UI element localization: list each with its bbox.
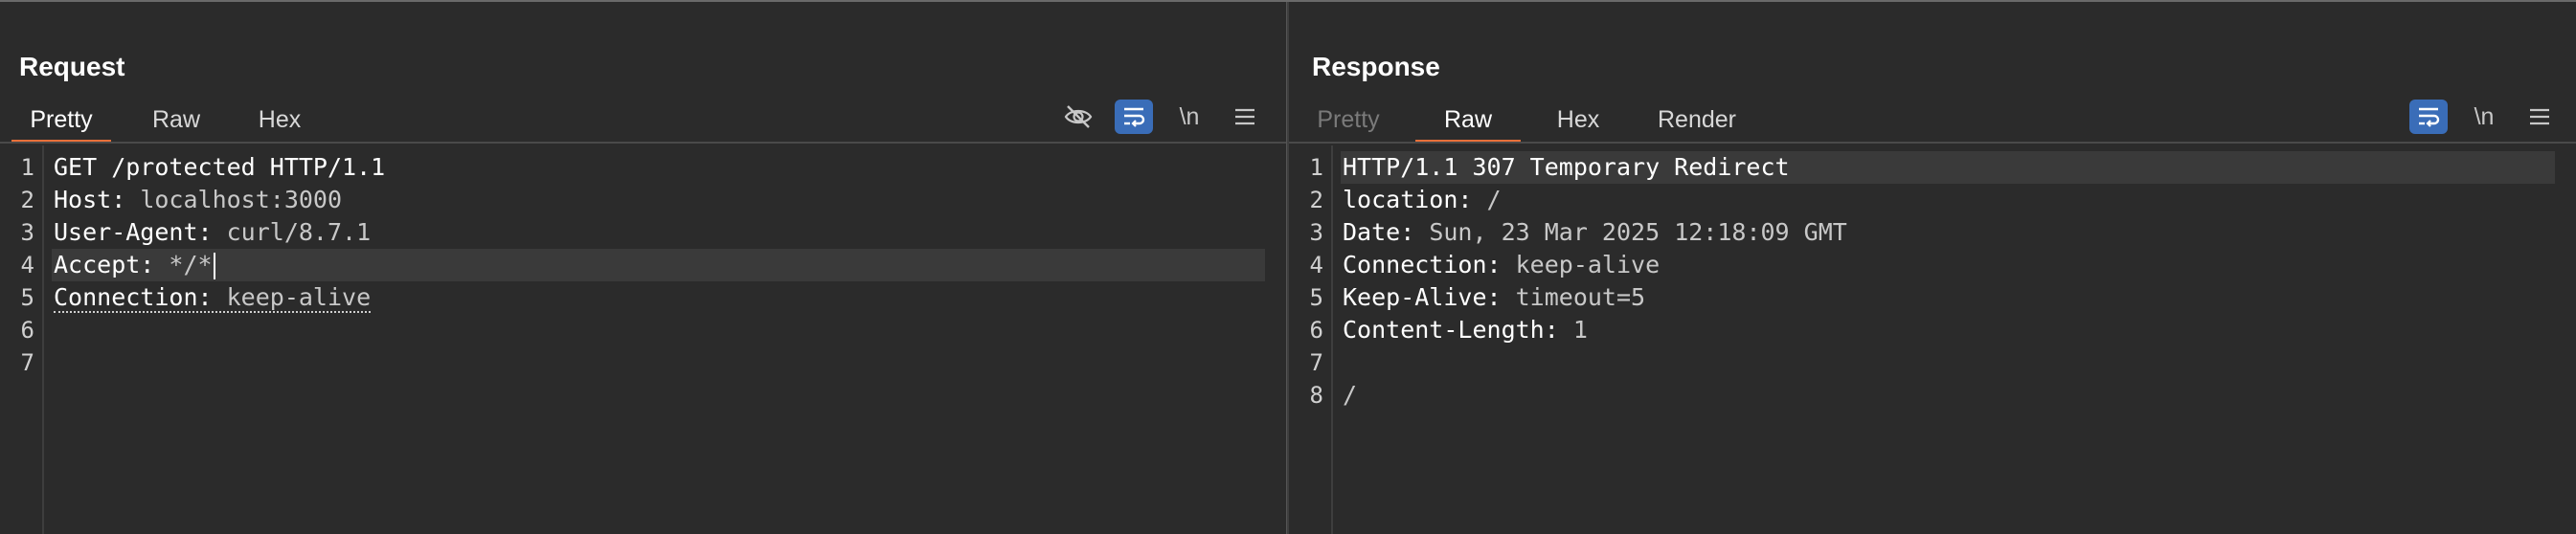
line-number: 5 — [1309, 284, 1323, 311]
response-title: Response — [1312, 52, 1440, 81]
header-value: */* — [154, 251, 213, 278]
header-name: location: — [1343, 186, 1473, 213]
line-number: 8 — [1309, 382, 1323, 409]
code-line: / — [1343, 379, 1357, 412]
line-number: 5 — [20, 284, 34, 311]
eye-slash-icon — [1064, 105, 1093, 128]
request-tab-pretty[interactable]: Pretty — [11, 101, 111, 144]
line-number: 2 — [1309, 187, 1323, 213]
response-tab-render[interactable]: Render — [1638, 101, 1756, 142]
header-name: Accept: — [54, 251, 155, 278]
code-line: GET /protected HTTP/1.1 — [54, 151, 385, 184]
header-value: 1 — [1558, 316, 1588, 344]
hide-nonprintable-button[interactable] — [1059, 100, 1097, 134]
request-title: Request — [19, 52, 125, 81]
response-tab-hex[interactable]: Hex — [1540, 101, 1616, 142]
status-line: HTTP/1.1 307 Temporary Redirect — [1343, 153, 1790, 181]
line-number: 4 — [1309, 252, 1323, 278]
line-number: 6 — [20, 317, 34, 344]
request-line-gutter: 1 2 3 4 5 6 7 — [0, 145, 44, 534]
show-newlines-button[interactable]: \n — [2465, 100, 2503, 134]
line-number: 3 — [20, 219, 34, 246]
wrap-lines-toggle[interactable] — [1115, 100, 1153, 134]
code-line: Host: localhost:3000 — [54, 184, 342, 216]
request-pane: Request Pretty Raw Hex \n 1 2 3 4 5 6 7 … — [0, 2, 1286, 534]
response-tab-pretty[interactable]: Pretty — [1299, 101, 1398, 142]
wrap-lines-icon — [1124, 107, 1145, 127]
header-value: curl/8.7.1 — [212, 218, 372, 246]
response-pane: Response Pretty Raw Hex Render \n 1 2 3 … — [1289, 2, 2576, 534]
line-number: 6 — [1309, 317, 1323, 344]
show-newlines-button[interactable]: \n — [1170, 100, 1209, 134]
header-name: User-Agent: — [54, 218, 213, 246]
menu-icon — [2530, 108, 2549, 125]
header-name: Content-Length: — [1343, 316, 1559, 344]
code-line: Connection: keep-alive — [54, 281, 372, 314]
response-menu-button[interactable] — [2520, 100, 2559, 134]
code-line: Content-Length: 1 — [1343, 314, 1588, 346]
response-editor[interactable]: 1 2 3 4 5 6 7 8 HTTP/1.1 307 Temporary R… — [1289, 145, 2576, 534]
line-number: 4 — [20, 252, 34, 278]
header-name: Date: — [1343, 218, 1415, 246]
code-line: Connection: keep-alive — [1343, 249, 1660, 281]
wrap-lines-toggle[interactable] — [2409, 100, 2448, 134]
code-line: User-Agent: curl/8.7.1 — [54, 216, 371, 249]
menu-icon — [1235, 108, 1254, 125]
header-value: keep-alive — [212, 283, 372, 311]
code-line: Date: Sun, 23 Mar 2025 12:18:09 GMT — [1343, 216, 1847, 249]
request-tab-hex[interactable]: Hex — [239, 101, 320, 142]
request-tab-raw[interactable]: Raw — [130, 101, 222, 142]
wrap-lines-icon — [2419, 107, 2440, 127]
header-name: Host: — [54, 186, 126, 213]
header-name: Keep-Alive: — [1343, 283, 1502, 311]
request-tab-divider — [0, 142, 1286, 144]
newline-icon: \n — [2474, 102, 2495, 130]
header-value: / — [1472, 186, 1502, 213]
line-number: 7 — [1309, 349, 1323, 376]
line-number: 7 — [20, 349, 34, 376]
header-value: keep-alive — [1501, 251, 1661, 278]
response-body: / — [1343, 381, 1358, 409]
code-line-current: HTTP/1.1 307 Temporary Redirect — [1341, 151, 2555, 184]
text-caret — [213, 253, 215, 279]
request-menu-button[interactable] — [1226, 100, 1264, 134]
code-line-current: Accept: */* — [52, 249, 1265, 281]
newline-icon: \n — [1179, 102, 1200, 130]
response-tab-raw[interactable]: Raw — [1415, 101, 1521, 144]
request-editor[interactable]: 1 2 3 4 5 6 7 GET /protected HTTP/1.1 Ho… — [0, 145, 1286, 534]
code-line: Keep-Alive: timeout=5 — [1343, 281, 1645, 314]
response-tab-divider — [1289, 142, 2576, 144]
request-line: GET /protected HTTP/1.1 — [54, 153, 386, 181]
line-number: 2 — [20, 187, 34, 213]
header-value: timeout=5 — [1501, 283, 1646, 311]
header-value: localhost:3000 — [125, 186, 343, 213]
header-name: Connection: — [1343, 251, 1502, 278]
line-number: 1 — [1309, 154, 1323, 181]
line-number: 1 — [20, 154, 34, 181]
header-name: Connection: — [54, 283, 213, 311]
line-number: 3 — [1309, 219, 1323, 246]
header-value: Sun, 23 Mar 2025 12:18:09 GMT — [1414, 218, 1847, 246]
code-line: location: / — [1343, 184, 1502, 216]
response-line-gutter: 1 2 3 4 5 6 7 8 — [1289, 145, 1333, 534]
